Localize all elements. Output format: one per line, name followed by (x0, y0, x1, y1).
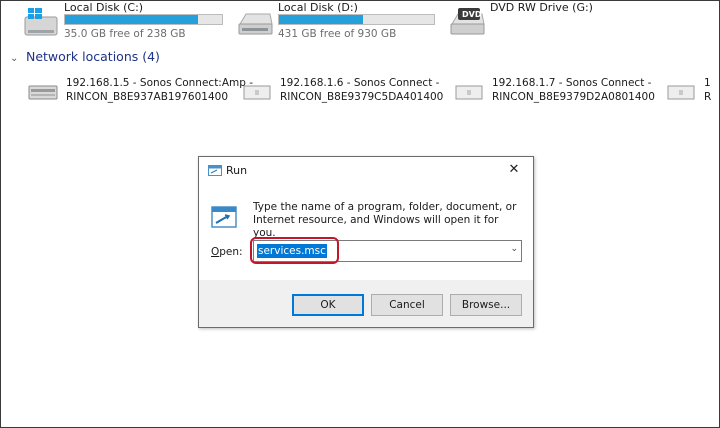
network-location-line2: RINCON_B8E937AB197601400 (66, 91, 229, 103)
run-dialog: Run ✕ Type the name of a program, folder… (198, 156, 534, 328)
network-location-line1: 192.168.1.5 - Sonos Connect:Amp - (66, 77, 254, 89)
drive-usage-bar (278, 14, 435, 25)
chevron-down-icon[interactable]: ⌄ (510, 244, 518, 254)
network-location-item[interactable]: 192.168.1.5 - Sonos Connect:Amp - RINCON… (28, 76, 253, 106)
open-label: Open: (211, 246, 243, 258)
annotation-highlight-ring (250, 237, 339, 264)
windows-drive-icon (24, 8, 58, 36)
network-location-text: 192.168.1.5 - Sonos Connect:Amp - RINCON… (66, 76, 253, 104)
drive-c[interactable]: Local Disk (C:) 35.0 GB free of 238 GB (24, 0, 234, 44)
drive-name: Local Disk (D:) (278, 1, 358, 14)
drive-name: Local Disk (C:) (64, 1, 144, 14)
drive-free-space: 431 GB free of 930 GB (278, 28, 397, 40)
drive-free-space: 35.0 GB free of 238 GB (64, 28, 186, 40)
drive-usage-fill (279, 15, 363, 24)
network-device-icon (667, 85, 695, 100)
browse-button[interactable]: Browse... (450, 294, 522, 316)
hard-drive-icon (238, 13, 273, 35)
network-location-line1: 192.168.1.6 - Sonos Connect - (280, 77, 440, 89)
network-location-line2: R (704, 91, 712, 103)
run-dialog-description: Type the name of a program, folder, docu… (253, 201, 517, 239)
network-location-text: 192.168.1.6 - Sonos Connect - RINCON_B8E… (280, 76, 443, 104)
network-location-item[interactable]: 192.168.1.6 - Sonos Connect - RINCON_B8E… (242, 76, 443, 106)
drive-g[interactable]: DVD DVD RW Drive (G:) (450, 0, 630, 44)
cancel-button[interactable]: Cancel (371, 294, 443, 316)
dvd-badge: DVD (462, 10, 482, 19)
open-label-text: pen: (219, 246, 243, 258)
network-location-line1: 192.168.1.7 - Sonos Connect - (492, 77, 652, 89)
run-dialog-titlebar[interactable]: Run ✕ (199, 157, 533, 184)
network-location-text: 192.168.1.7 - Sonos Connect - RINCON_B8E… (492, 76, 655, 104)
run-dialog-body: Type the name of a program, folder, docu… (199, 184, 533, 280)
drive-usage-bar (64, 14, 223, 25)
run-icon (208, 165, 222, 176)
network-device-icon (243, 85, 271, 100)
network-location-line2: RINCON_B8E9379C5DA401400 (280, 91, 444, 103)
drive-name: DVD RW Drive (G:) (490, 1, 593, 14)
run-program-icon (211, 206, 237, 228)
network-device-icon (455, 85, 483, 100)
network-location-text: 1 R (704, 76, 711, 104)
network-location-line1: 1 (704, 77, 711, 89)
run-dialog-title: Run (226, 164, 248, 177)
chevron-down-icon: ⌄ (10, 53, 19, 64)
drive-d[interactable]: Local Disk (D:) 431 GB free of 930 GB (238, 0, 448, 44)
ok-button[interactable]: OK (292, 294, 364, 316)
network-location-line2: RINCON_B8E9379D2A0801400 (492, 91, 655, 103)
network-device-icon (28, 85, 58, 100)
network-location-item[interactable]: 192.168.1.7 - Sonos Connect - RINCON_B8E… (454, 76, 655, 106)
network-locations-label: Network locations (4) (25, 49, 160, 64)
network-locations-header[interactable]: ⌄ Network locations (4) (10, 49, 160, 64)
close-icon[interactable]: ✕ (501, 160, 527, 180)
network-location-item[interactable]: 1 R (666, 76, 718, 106)
drive-usage-fill (65, 15, 199, 24)
